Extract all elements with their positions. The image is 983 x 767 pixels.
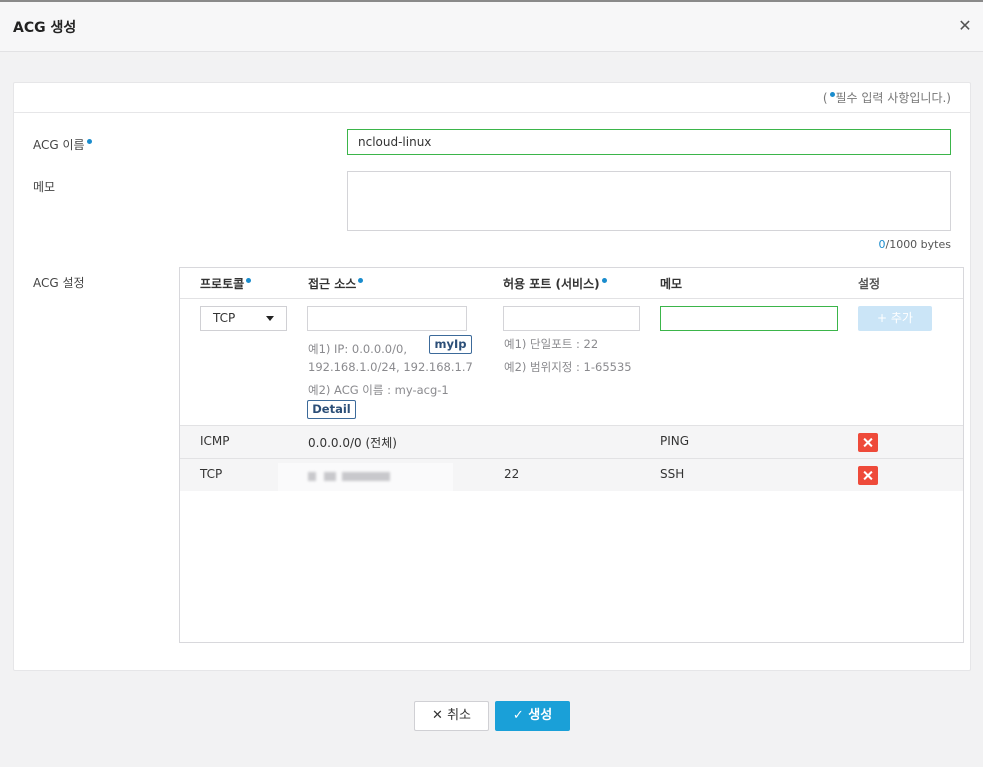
memo-byte-counter: 0/1000 bytes bbox=[878, 238, 951, 251]
acg-name-label-text: ACG 이름 bbox=[33, 138, 85, 152]
col-protocol-text: 프로토콜 bbox=[200, 277, 245, 291]
col-memo: 메모 bbox=[660, 277, 683, 291]
caret-down-icon bbox=[266, 316, 274, 321]
dialog-header: ACG 생성 ✕ bbox=[0, 2, 983, 52]
cancel-label: 취소 bbox=[447, 708, 471, 723]
port-input[interactable] bbox=[503, 306, 640, 331]
create-button[interactable]: ✓ 생성 bbox=[495, 701, 570, 731]
required-dot-icon bbox=[246, 278, 252, 283]
row-protocol: TCP bbox=[200, 467, 223, 481]
required-note: ( 필수 입력 사항입니다.) bbox=[823, 89, 951, 106]
acg-rules-table: 프로토콜 접근 소스 허용 포트 (서비스) 메모 설정 TCP myIp 예1… bbox=[179, 267, 964, 643]
dialog-title: ACG 생성 bbox=[13, 20, 77, 36]
form-panel: ( 필수 입력 사항입니다.) ACG 이름 메모 0/1000 bytes AC… bbox=[13, 82, 971, 671]
port-hint-2: 예2) 범위지정 : 1-65535 bbox=[504, 360, 632, 374]
row-port: 22 bbox=[504, 467, 520, 481]
col-port: 허용 포트 (서비스) bbox=[503, 275, 608, 292]
required-dot-icon bbox=[358, 278, 364, 283]
x-icon: ✕ bbox=[432, 708, 443, 723]
detail-button[interactable]: Detail bbox=[307, 400, 356, 419]
add-rule-button[interactable]: + 추가 bbox=[858, 306, 932, 331]
col-source-text: 접근 소스 bbox=[308, 277, 357, 291]
row-protocol: ICMP bbox=[200, 434, 230, 448]
row-memo: PING bbox=[660, 434, 690, 448]
source-input[interactable] bbox=[307, 306, 467, 331]
col-port-text: 허용 포트 (서비스) bbox=[503, 277, 600, 291]
required-dot-icon bbox=[86, 139, 92, 144]
acg-settings-label: ACG 설정 bbox=[33, 276, 85, 290]
memo-textarea[interactable] bbox=[347, 171, 951, 231]
memo-byte-max: /1000 bytes bbox=[885, 238, 951, 251]
table-row: TCP 22 SSH bbox=[180, 458, 963, 491]
acg-name-label: ACG 이름 bbox=[33, 136, 93, 153]
memo-label: 메모 bbox=[33, 180, 56, 194]
delete-icon[interactable] bbox=[858, 433, 878, 452]
protocol-select[interactable]: TCP bbox=[200, 306, 287, 331]
delete-icon[interactable] bbox=[858, 466, 878, 485]
port-hint-1: 예1) 단일포트 : 22 bbox=[504, 337, 599, 351]
col-settings: 설정 bbox=[858, 277, 881, 291]
acg-name-input[interactable] bbox=[347, 129, 951, 155]
source-hint-1b: 192.168.1.0/24, 192.168.1.7 bbox=[308, 360, 473, 374]
rule-memo-input[interactable] bbox=[660, 306, 838, 331]
col-protocol: 프로토콜 bbox=[200, 275, 252, 292]
myip-button[interactable]: myIp bbox=[429, 335, 472, 354]
redacted-source bbox=[278, 463, 453, 491]
required-note-open: ( bbox=[822, 91, 828, 105]
check-icon: ✓ bbox=[512, 708, 524, 723]
required-dot-icon bbox=[829, 92, 835, 97]
source-hint-1a: 예1) IP: 0.0.0.0/0, bbox=[308, 342, 407, 356]
table-row: ICMP 0.0.0.0/0 (전체) PING bbox=[180, 425, 963, 458]
col-source: 접근 소스 bbox=[308, 275, 364, 292]
divider bbox=[14, 112, 970, 113]
close-icon[interactable]: ✕ bbox=[957, 18, 973, 34]
row-memo: SSH bbox=[660, 467, 685, 481]
required-note-text: 필수 입력 사항입니다.) bbox=[835, 91, 952, 105]
source-hint-2: 예2) ACG 이름 : my-acg-1 bbox=[308, 383, 449, 397]
protocol-select-value: TCP bbox=[213, 311, 236, 325]
row-source: 0.0.0.0/0 (전체) bbox=[308, 436, 397, 450]
cancel-button[interactable]: ✕ 취소 bbox=[414, 701, 489, 731]
create-label: 생성 bbox=[528, 708, 553, 723]
required-dot-icon bbox=[601, 278, 607, 283]
rules-table-header: 프로토콜 접근 소스 허용 포트 (서비스) 메모 설정 bbox=[180, 268, 963, 299]
